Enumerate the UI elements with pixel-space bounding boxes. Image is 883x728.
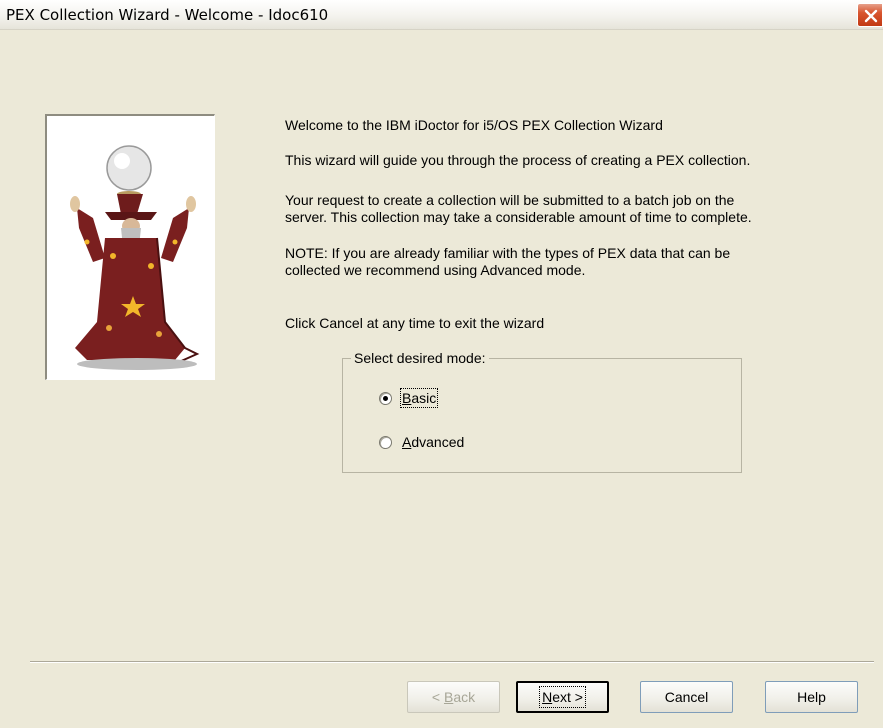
advanced-label[interactable]: Advanced xyxy=(402,434,464,450)
note-text-line1: NOTE: If you are already familiar with t… xyxy=(285,245,731,261)
back-button[interactable]: < Back xyxy=(407,681,500,713)
close-button[interactable] xyxy=(857,3,883,27)
close-x-icon xyxy=(864,9,878,23)
next-button[interactable]: Next > xyxy=(516,681,609,713)
wizard-illustration xyxy=(45,114,215,380)
advanced-mode-option[interactable]: Advanced xyxy=(379,433,464,451)
mode-groupbox xyxy=(342,358,742,473)
wizard-icon xyxy=(70,145,200,370)
cancel-hint: Click Cancel at any time to exit the wiz… xyxy=(285,315,545,331)
basic-radio[interactable] xyxy=(379,391,392,405)
intro-text: This wizard will guide you through the p… xyxy=(285,152,751,168)
advanced-radio[interactable] xyxy=(379,435,392,449)
mode-group-label: Select desired mode: xyxy=(351,350,489,366)
title-bar: PEX Collection Wizard - Welcome - Idoc61… xyxy=(0,0,883,30)
note-text-line2: collected we recommend using Advanced mo… xyxy=(285,262,586,278)
footer-separator xyxy=(30,661,874,663)
batch-text-line1: Your request to create a collection will… xyxy=(285,192,735,208)
batch-text-line2: server. This collection may take a consi… xyxy=(285,209,752,225)
cancel-button[interactable]: Cancel xyxy=(640,681,733,713)
welcome-heading: Welcome to the IBM iDoctor for i5/OS PEX… xyxy=(285,117,663,133)
basic-label[interactable]: Basic xyxy=(399,388,439,408)
window-title: PEX Collection Wizard - Welcome - Idoc61… xyxy=(6,6,329,24)
help-button[interactable]: Help xyxy=(765,681,858,713)
basic-mode-option[interactable]: Basic xyxy=(379,388,439,408)
